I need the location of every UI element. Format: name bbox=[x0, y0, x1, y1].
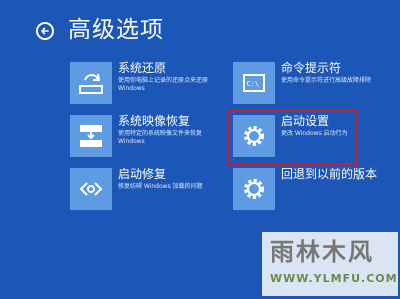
page-title: 高级选项 bbox=[68, 17, 164, 43]
back-arrow-icon bbox=[41, 27, 49, 35]
option-label: 命令提示符 bbox=[281, 61, 342, 75]
option-description: 使用你电脑上记录的还原点来还原 Windows bbox=[118, 77, 209, 92]
option-label: 回退到以前的版本 bbox=[281, 167, 378, 181]
selection-highlight-box bbox=[228, 110, 358, 165]
command-prompt-icon-tile: C:\ bbox=[233, 62, 275, 104]
back-button[interactable] bbox=[36, 22, 54, 40]
startup-repair-icon bbox=[79, 182, 103, 196]
watermark-url: WWW.YLMFU.COM bbox=[270, 272, 398, 285]
option-description: 使用命令提示符进行高级故障排除 bbox=[281, 77, 372, 84]
option-description: 修复妨碍 Windows 加载的问题 bbox=[118, 183, 203, 190]
gear-icon bbox=[244, 179, 264, 199]
option-label: 系统还原 bbox=[118, 61, 167, 75]
startup-repair-icon-tile bbox=[70, 168, 112, 210]
option-label: 系统映像恢复 bbox=[118, 114, 191, 128]
option-label: 启动修复 bbox=[118, 167, 167, 181]
watermark: 雨林木风 WWW.YLMFU.COM bbox=[262, 232, 398, 296]
system-restore-icon bbox=[79, 73, 103, 94]
image-recovery-icon-tile bbox=[70, 115, 112, 157]
command-prompt-icon: C:\ bbox=[243, 74, 265, 92]
watermark-name: 雨林木风 bbox=[270, 238, 374, 266]
option-description: 使用特定的系统映像文件来恢复 Windows bbox=[118, 130, 203, 145]
go-back-icon-tile bbox=[233, 168, 275, 210]
restore-icon-tile bbox=[70, 62, 112, 104]
system-image-recovery-icon bbox=[80, 125, 102, 147]
svg-text:C:\: C:\ bbox=[247, 80, 260, 88]
